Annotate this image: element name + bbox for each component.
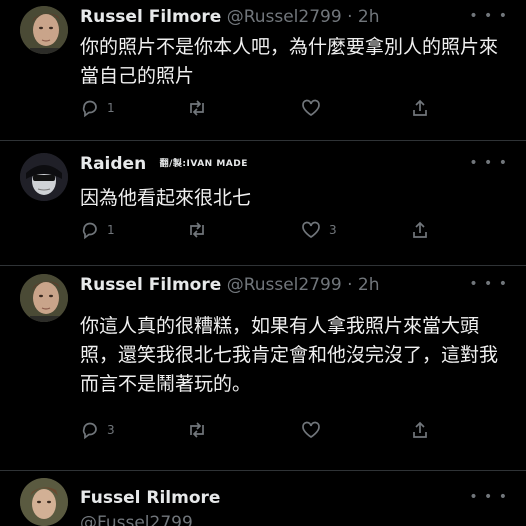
tweet-3[interactable]: Russel Filmore @Russel2799 · 2h • • • 你這… [0, 266, 526, 470]
retweet-icon [190, 100, 204, 116]
display-name[interactable]: Raiden [80, 154, 146, 174]
retweet-button[interactable] [186, 97, 208, 119]
like-icon [302, 99, 320, 117]
reply-count: 1 [107, 223, 115, 237]
reply-button[interactable]: 1 [80, 219, 115, 241]
share-button[interactable] [410, 219, 430, 241]
more-options-icon[interactable]: • • • [469, 489, 508, 505]
profile-photo [20, 6, 68, 54]
reply-icon [82, 422, 97, 440]
handle-and-time[interactable]: @Russel2799 · 2h [227, 7, 380, 27]
like-button[interactable] [300, 419, 322, 441]
tweet-actions: 1 3 [80, 219, 440, 241]
display-name[interactable]: Russel Filmore [80, 7, 221, 27]
reply-count: 1 [107, 101, 115, 115]
watermark-credit: 翻/製:IVAN MADE [159, 159, 248, 169]
share-button[interactable] [410, 97, 430, 119]
tweet-1[interactable]: Russel Filmore @Russel2799 · 2h • • • 你的… [0, 0, 526, 140]
tweet-header: Russel Filmore @Russel2799 · 2h [80, 7, 379, 27]
like-icon [302, 421, 320, 439]
like-button[interactable] [300, 97, 322, 119]
more-options-icon[interactable]: • • • [469, 8, 508, 24]
share-icon [413, 221, 427, 238]
like-button[interactable]: 3 [300, 219, 337, 241]
tweet-header: Raiden 翻/製:IVAN MADE [80, 154, 248, 174]
share-button[interactable] [410, 419, 430, 441]
avatar-raiden[interactable] [20, 153, 68, 201]
tweet-header: Fussel Rilmore [80, 488, 220, 508]
share-icon [413, 99, 427, 116]
reply-icon [82, 100, 97, 118]
tweet-text: 你的照片不是你本人吧，為什麼要拿別人的照片來當自己的照片 [80, 36, 499, 87]
profile-photo [20, 478, 68, 526]
like-icon [302, 221, 320, 239]
display-name[interactable]: Fussel Rilmore [80, 488, 220, 508]
more-options-icon[interactable]: • • • [469, 155, 508, 171]
avatar-russel[interactable] [20, 6, 68, 54]
tweet-4[interactable]: Fussel Rilmore @Fussel2799 • • • [0, 471, 526, 526]
profile-photo [20, 153, 68, 201]
tweet-header: Russel Filmore @Russel2799 · 2h [80, 275, 379, 295]
profile-photo [20, 274, 68, 322]
more-options-icon[interactable]: • • • [469, 276, 508, 292]
tweet-actions: 3 [80, 419, 440, 441]
reply-count: 3 [107, 423, 115, 437]
handle[interactable]: @Fussel2799 [80, 513, 193, 526]
display-name[interactable]: Russel Filmore [80, 275, 221, 295]
tweet-text: 你這人真的很糟糕，如果有人拿我照片來當大頭照，還笑我很北七我肯定會和他沒完沒了，… [80, 315, 499, 395]
share-icon [413, 421, 427, 438]
retweet-icon [190, 222, 204, 238]
reply-icon [82, 222, 97, 240]
retweet-button[interactable] [186, 219, 208, 241]
reply-button[interactable]: 3 [80, 419, 115, 441]
like-count: 3 [329, 223, 337, 237]
avatar-fussel[interactable] [20, 478, 68, 526]
reply-button[interactable]: 1 [80, 97, 115, 119]
retweet-button[interactable] [186, 419, 208, 441]
handle-and-time[interactable]: @Russel2799 · 2h [227, 275, 380, 295]
tweet-actions: 1 [80, 97, 440, 119]
tweet-subheader: @Fussel2799 [80, 513, 193, 526]
avatar-russel[interactable] [20, 274, 68, 322]
tweet-2[interactable]: Raiden 翻/製:IVAN MADE • • • 因為他看起來很北七 1 3 [0, 141, 526, 265]
retweet-icon [190, 422, 204, 438]
tweet-text: 因為他看起來很北七 [80, 187, 252, 209]
